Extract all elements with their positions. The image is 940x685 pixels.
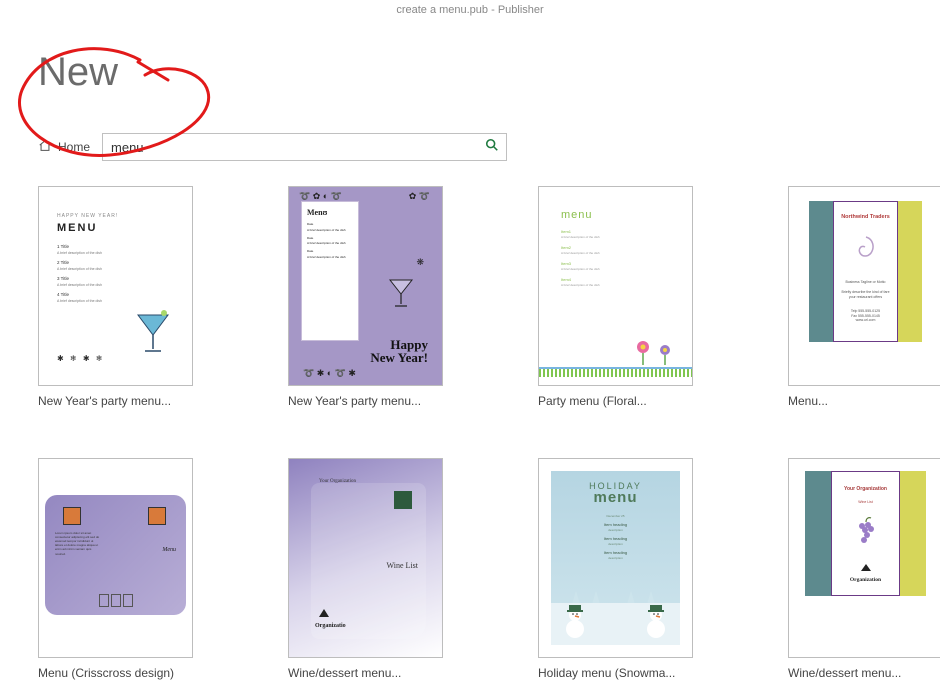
template-card[interactable]: Your Organization Wine List Organizatio … xyxy=(288,458,448,682)
snowman-icon xyxy=(561,603,589,639)
app-title: create a menu.pub - Publisher xyxy=(396,4,543,16)
thumb-title: Menʊ xyxy=(307,208,353,217)
logo-icon xyxy=(319,609,329,617)
page-title: New xyxy=(38,50,118,95)
template-card[interactable]: HAPPY NEW YEAR! MENU 1 TitleA brief desc… xyxy=(38,186,198,410)
search-box xyxy=(102,133,507,161)
martini-icon xyxy=(388,278,414,310)
logo-icon xyxy=(861,564,871,571)
home-icon xyxy=(38,139,52,156)
search-icon xyxy=(485,138,499,157)
template-card[interactable]: Northwind Traders Business Tagline or Mo… xyxy=(788,186,940,410)
template-label: Party menu (Floral... xyxy=(538,394,693,410)
thumb-title: Menu xyxy=(162,547,176,553)
template-thumbnail: Your Organization Wine List Organization xyxy=(788,458,940,658)
thumb-subtitle: Wine List xyxy=(840,500,891,504)
home-label: Home xyxy=(58,140,90,154)
snowman-icon xyxy=(642,603,670,639)
martini-icon xyxy=(132,309,174,357)
thumb-org: Your Organization xyxy=(840,486,891,492)
flower-icon xyxy=(633,339,674,365)
search-button[interactable] xyxy=(478,134,506,160)
template-card[interactable]: Lorem ipsum dolor sit amet consectetur a… xyxy=(38,458,198,682)
shrimp-icon xyxy=(853,235,879,265)
template-thumbnail: HAPPY NEW YEAR! MENU 1 TitleA brief desc… xyxy=(38,186,193,386)
template-thumbnail: Lorem ipsum dolor sit amet consectetur a… xyxy=(38,458,193,658)
thumb-org-line: Organization xyxy=(832,577,899,583)
template-label: New Year's party menu... xyxy=(288,394,443,410)
template-card[interactable]: Your Organization Wine List Organization… xyxy=(788,458,940,682)
template-thumbnail: Your Organization Wine List Organizatio xyxy=(288,458,443,658)
template-label: Holiday menu (Snowma... xyxy=(538,666,693,682)
search-input[interactable] xyxy=(103,134,478,160)
thumb-brand: Northwind Traders xyxy=(840,214,891,221)
template-card[interactable]: ➰ ✿ ◐ ➰ ✿ ➰ ❋ ➰ ✱ ◐ ➰ ✱ Menʊ DateA brief… xyxy=(288,186,448,410)
thumb-org: Your Organization xyxy=(319,479,356,484)
thumb-subtitle: menu xyxy=(551,489,680,506)
thumb-title: MENU xyxy=(57,222,174,234)
template-thumbnail: HOLIDAY menu December 25 Item headingdes… xyxy=(538,458,693,658)
template-label: New Year's party menu... xyxy=(38,394,193,410)
template-thumbnail: ➰ ✿ ◐ ➰ ✿ ➰ ❋ ➰ ✱ ◐ ➰ ✱ Menʊ DateA brief… xyxy=(288,186,443,386)
template-thumbnail: menu Item1A brief description of the dis… xyxy=(538,186,693,386)
grapes-icon xyxy=(854,516,878,546)
template-thumbnail: Northwind Traders Business Tagline or Mo… xyxy=(788,186,940,386)
templates-grid: HAPPY NEW YEAR! MENU 1 TitleA brief desc… xyxy=(38,186,920,681)
home-link[interactable]: Home xyxy=(38,139,90,156)
thumb-hny: Happy New Year! xyxy=(368,338,428,365)
template-card[interactable]: HOLIDAY menu December 25 Item headingdes… xyxy=(538,458,698,682)
breadcrumb-row: Home xyxy=(38,133,507,161)
template-label: Wine/dessert menu... xyxy=(788,666,940,682)
thumb-title: menu xyxy=(561,209,593,221)
thumb-org-line: Organizatio xyxy=(315,623,346,629)
thumb-subtitle: Wine List xyxy=(387,561,418,570)
template-card[interactable]: menu Item1A brief description of the dis… xyxy=(538,186,698,410)
template-label: Menu... xyxy=(788,394,940,410)
template-label: Wine/dessert menu... xyxy=(288,666,443,682)
template-label: Menu (Crisscross design) xyxy=(38,666,193,682)
thumb-subhead: HAPPY NEW YEAR! xyxy=(57,213,174,219)
